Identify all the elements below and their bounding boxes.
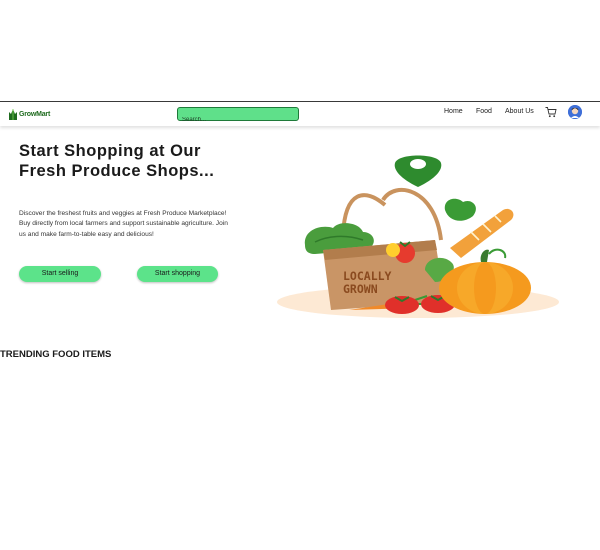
- brand-logo[interactable]: GrowMart: [8, 105, 50, 123]
- nav-about-link[interactable]: About Us: [505, 108, 534, 115]
- nav-home-link[interactable]: Home: [444, 108, 463, 115]
- start-selling-button[interactable]: Start selling: [19, 266, 101, 282]
- search-box[interactable]: [177, 107, 299, 126]
- start-shopping-button[interactable]: Start shopping: [137, 266, 218, 282]
- hero-title: Start Shopping at Our Fresh Produce Shop…: [19, 142, 215, 180]
- hero-description: Discover the freshest fruits and veggies…: [19, 210, 228, 238]
- navbar: GrowMart Home Food About Us: [0, 102, 600, 126]
- trending-section-title: TRENDING FOOD ITEMS: [0, 349, 112, 360]
- location-pin-icon: [394, 155, 442, 187]
- search-input[interactable]: [178, 114, 298, 126]
- bag-text-line1: LOCALLY: [343, 269, 392, 283]
- nav-food-link[interactable]: Food: [476, 108, 492, 115]
- bag-text-line2: GROWN: [343, 282, 378, 296]
- produce-basket-illustration: LOCALLY GROWN: [277, 155, 559, 318]
- cart-icon[interactable]: [545, 106, 557, 118]
- brand-name: GrowMart: [19, 110, 51, 118]
- user-avatar-icon[interactable]: [568, 105, 582, 119]
- grow-leaf-logo-icon: [9, 109, 17, 120]
